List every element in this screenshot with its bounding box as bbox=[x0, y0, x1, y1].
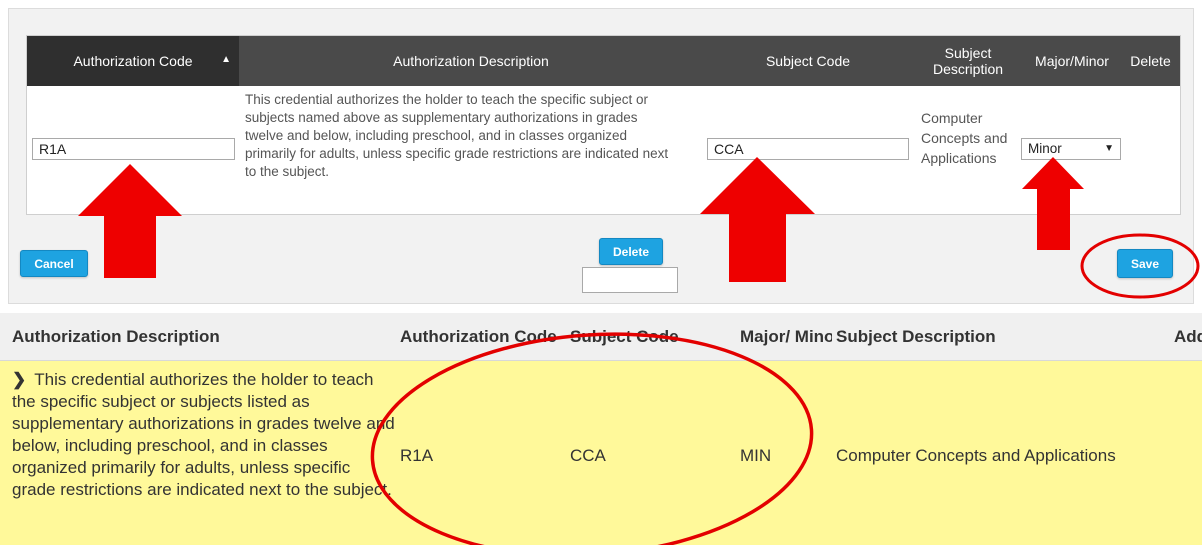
table-row[interactable]: ❯ This credential authorizes the holder t… bbox=[0, 361, 1202, 545]
header-subject-description[interactable]: Subject Description bbox=[913, 36, 1023, 86]
header-delete[interactable]: Delete bbox=[1121, 36, 1180, 86]
sort-ascending-icon: ▲ bbox=[221, 54, 231, 65]
header-subject-code[interactable]: Subject Code bbox=[703, 36, 913, 86]
delete-confirm-input[interactable] bbox=[582, 267, 678, 293]
major-minor-select[interactable]: Minor ▼ bbox=[1021, 138, 1121, 160]
header-subject-description-label: Subject Description bbox=[932, 45, 1004, 77]
header-authorization-code[interactable]: Authorization Code ▲ bbox=[27, 36, 239, 86]
result-authorization-description-text: This credential authorizes the holder to… bbox=[12, 370, 395, 499]
authorization-edit-grid: Authorization Code ▲ Authorization Descr… bbox=[26, 35, 1181, 215]
authorization-description-text: This credential authorizes the holder to… bbox=[245, 92, 669, 179]
authorization-result-table: Authorization Description Authorization … bbox=[0, 313, 1202, 545]
subject-description-text: Computer Concepts and Applications bbox=[921, 110, 1008, 166]
result-header-authorization-description[interactable]: Authorization Description bbox=[12, 313, 392, 360]
cancel-button[interactable]: Cancel bbox=[20, 250, 88, 277]
authorization-code-input[interactable] bbox=[32, 138, 235, 160]
header-authorization-description[interactable]: Authorization Description bbox=[239, 36, 703, 86]
header-delete-label: Delete bbox=[1130, 53, 1171, 69]
result-header-authorization-code[interactable]: Authorization Code bbox=[400, 313, 566, 360]
header-major-minor[interactable]: Major/Minor bbox=[1023, 36, 1121, 86]
result-table-header: Authorization Description Authorization … bbox=[0, 313, 1202, 361]
result-subject-code: CCA bbox=[570, 446, 606, 465]
header-authorization-description-label: Authorization Description bbox=[393, 53, 549, 69]
result-subject-description: Computer Concepts and Applications bbox=[836, 446, 1116, 465]
result-header-major-minor[interactable]: Major/ Minor bbox=[740, 313, 832, 360]
dropdown-arrow-icon: ▼ bbox=[1104, 143, 1114, 154]
grid-header: Authorization Code ▲ Authorization Descr… bbox=[27, 36, 1180, 86]
header-major-minor-label: Major/Minor bbox=[1035, 53, 1109, 69]
subject-code-input[interactable] bbox=[707, 138, 909, 160]
delete-button[interactable]: Delete bbox=[599, 238, 663, 265]
result-authorization-description: ❯ This credential authorizes the holder t… bbox=[12, 369, 397, 501]
result-major-minor: MIN bbox=[740, 446, 772, 465]
result-header-subject-code[interactable]: Subject Code bbox=[570, 313, 735, 360]
header-subject-code-label: Subject Code bbox=[765, 53, 851, 69]
result-authorization-code: R1A bbox=[400, 446, 434, 465]
result-header-added[interactable]: Added bbox=[1174, 313, 1202, 360]
major-minor-selected-value: Minor bbox=[1028, 141, 1062, 156]
header-authorization-code-label: Authorization Code bbox=[73, 53, 193, 69]
expand-chevron-icon[interactable]: ❯ bbox=[12, 370, 26, 389]
edit-panel: Authorization Code ▲ Authorization Descr… bbox=[8, 8, 1194, 304]
save-button[interactable]: Save bbox=[1117, 249, 1173, 278]
result-header-subject-description[interactable]: Subject Description bbox=[836, 313, 1166, 360]
